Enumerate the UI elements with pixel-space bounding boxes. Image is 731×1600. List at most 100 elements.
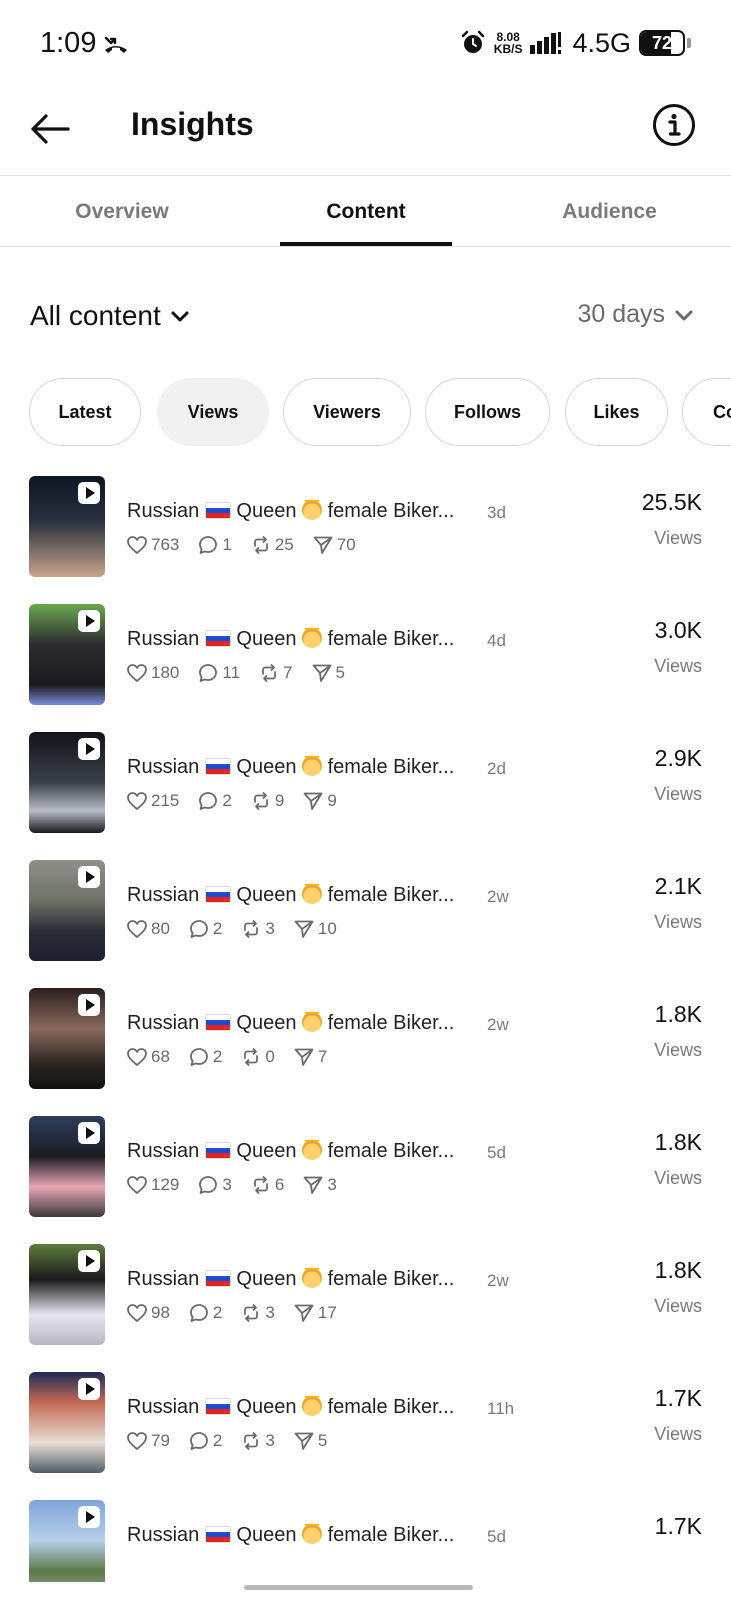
post-thumbnail [29,604,105,705]
post-title-word: Queen [236,1268,297,1290]
comment-icon [199,792,218,810]
princess-emoji-icon [302,500,323,520]
shares-count: 3 [327,1175,337,1194]
likes-stat: 80 [126,918,170,940]
post-stats: 80 2 3 10 [126,918,337,940]
status-bar: 1:09 8.08 KB/S 4.5G 72 [0,0,731,86]
comment-icon [199,664,218,682]
post-views: 1.8K [654,1129,702,1155]
heart-icon [127,792,147,810]
comments-stat: 2 [197,790,232,812]
post-row[interactable]: Russian Queen female Biker... 11h 79 2 3… [0,1372,731,1503]
chip-follows[interactable]: Follows [425,378,550,446]
back-arrow-icon[interactable] [28,106,74,152]
reposts-stat: 0 [240,1046,275,1068]
post-views-label: Views [654,1168,702,1188]
princess-emoji-icon [302,756,323,776]
post-row[interactable]: Russian Queen female Biker... 5d 129 3 6… [0,1116,731,1247]
post-views: 3.0K [654,617,702,643]
post-row[interactable]: Russian Queen female Biker... 2w 68 2 0 … [0,988,731,1119]
princess-emoji-icon [302,628,323,648]
post-views-label: Views [654,1296,702,1316]
post-title: Russian Queen female Biker... [127,1524,487,1547]
post-views-label: Views [654,1424,702,1444]
chip-likes[interactable]: Likes [565,378,668,446]
chevron-down-icon [171,311,189,322]
post-row[interactable]: Russian Queen female Biker... 5d 1.7K [0,1500,731,1582]
princess-emoji-icon [302,1140,323,1160]
post-title-word: Queen [236,1012,297,1034]
home-indicator[interactable] [244,1585,473,1590]
post-row[interactable]: Russian Queen female Biker... 3d 763 1 2… [0,476,731,607]
chip-latest[interactable]: Latest [29,378,141,446]
post-title-word: Russian [127,1268,200,1290]
shares-count: 7 [317,1047,328,1066]
reposts-count: 25 [274,535,294,554]
russian-flag-icon [204,502,231,519]
post-thumbnail [29,1500,105,1582]
comment-icon [199,1176,218,1194]
shares-count: 10 [317,919,337,938]
post-title: Russian Queen female Biker... [127,884,487,907]
post-stats: 129 3 6 3 [126,1174,337,1196]
post-title: Russian Queen female Biker... [127,1396,487,1419]
russian-flag-icon [204,1142,231,1159]
post-stats: 79 2 3 5 [126,1430,327,1452]
post-title-word: Russian [127,1012,200,1034]
tab-audience[interactable]: Audience [488,176,731,247]
post-row[interactable]: Russian Queen female Biker... 2w 80 2 3 … [0,860,731,991]
post-title-word: Queen [236,1396,297,1418]
shares-stat: 10 [293,918,337,940]
likes-count: 79 [151,1431,170,1450]
post-row[interactable]: Russian Queen female Biker... 2w 98 2 3 … [0,1244,731,1375]
post-views-label: Views [654,912,702,932]
info-icon[interactable] [652,103,696,147]
heart-icon [127,1304,147,1322]
send-icon [294,1048,314,1066]
tab-overview[interactable]: Overview [0,176,244,247]
post-age: 5d [487,1143,506,1162]
princess-emoji-icon [302,1012,323,1032]
post-row[interactable]: Russian Queen female Biker... 2d 215 2 9… [0,732,731,863]
post-title-word: Russian [127,884,200,906]
post-thumbnail [29,1244,105,1345]
post-title-word: female Biker... [327,1140,455,1162]
post-title-word: Queen [236,1140,297,1162]
likes-count: 98 [151,1303,170,1322]
heart-icon [127,1176,147,1194]
post-row[interactable]: Russian Queen female Biker... 4d 180 11 … [0,604,731,735]
likes-stat: 215 [126,790,179,812]
post-title-word: Russian [127,500,200,522]
shares-count: 17 [317,1303,337,1322]
russian-flag-icon [204,1398,231,1415]
send-icon [303,1176,323,1194]
content-type-dropdown[interactable]: All content [30,300,191,332]
post-title-word: Russian [127,1524,200,1546]
princess-emoji-icon [302,884,323,904]
princess-emoji-icon [302,1268,323,1288]
comments-stat: 2 [188,1302,222,1324]
reposts-count: 3 [265,1303,275,1322]
post-views: 1.7K [654,1513,702,1539]
repost-icon [253,536,268,554]
post-thumbnail [29,860,105,961]
repost-icon [244,1048,259,1066]
post-title-word: Russian [127,756,200,778]
comments-count: 2 [212,1303,223,1322]
heart-icon [127,1048,147,1066]
sort-chips: Latest Views Viewers Follows Likes Co [0,378,731,446]
network-type: 4.5G [572,27,631,58]
likes-stat: 180 [126,662,179,684]
period-dropdown[interactable]: 30 days [577,300,695,329]
chip-comments[interactable]: Co [682,378,731,446]
post-title-word: female Biker... [327,1268,455,1290]
video-play-icon [78,866,100,888]
chip-viewers[interactable]: Viewers [283,378,411,446]
post-views: 1.8K [654,1257,702,1283]
chip-views[interactable]: Views [157,378,269,446]
active-tab-indicator [280,242,452,246]
tab-content[interactable]: Content [244,176,488,247]
likes-stat: 68 [126,1046,170,1068]
post-age: 2w [487,1015,509,1034]
post-age: 2w [487,887,509,906]
